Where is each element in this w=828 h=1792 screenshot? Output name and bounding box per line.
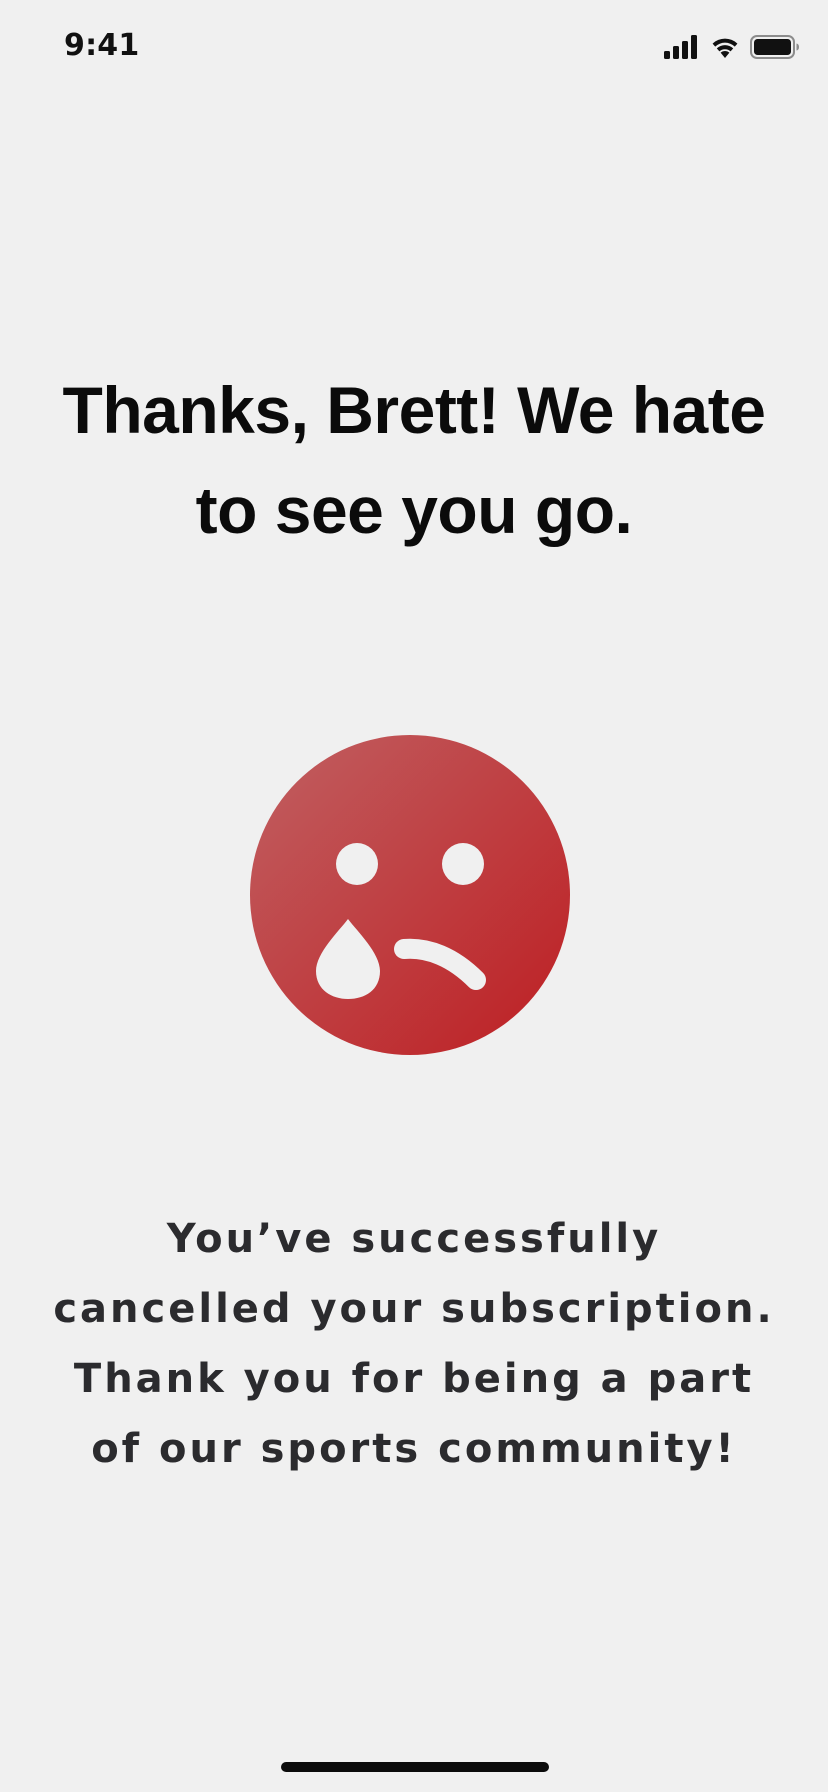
left-eye xyxy=(336,843,378,885)
page-title: Thanks, Brett! We hate to see you go. xyxy=(62,373,766,547)
status-icons xyxy=(664,32,800,62)
battery-icon xyxy=(750,35,800,59)
crying-face-icon xyxy=(250,735,570,1055)
right-eye xyxy=(442,843,484,885)
cancellation-confirmation-screen: 9:41 Thanks, Brett! We hate to see you g… xyxy=(0,0,828,1792)
wifi-icon xyxy=(710,35,740,59)
status-time: 9:41 xyxy=(64,28,140,63)
cellular-signal-icon xyxy=(664,35,700,59)
face-circle xyxy=(250,735,570,1055)
status-bar: 9:41 xyxy=(0,0,828,94)
home-indicator[interactable] xyxy=(281,1762,549,1772)
cancellation-message: You’ve successfully cancelled your subsc… xyxy=(53,1216,775,1472)
